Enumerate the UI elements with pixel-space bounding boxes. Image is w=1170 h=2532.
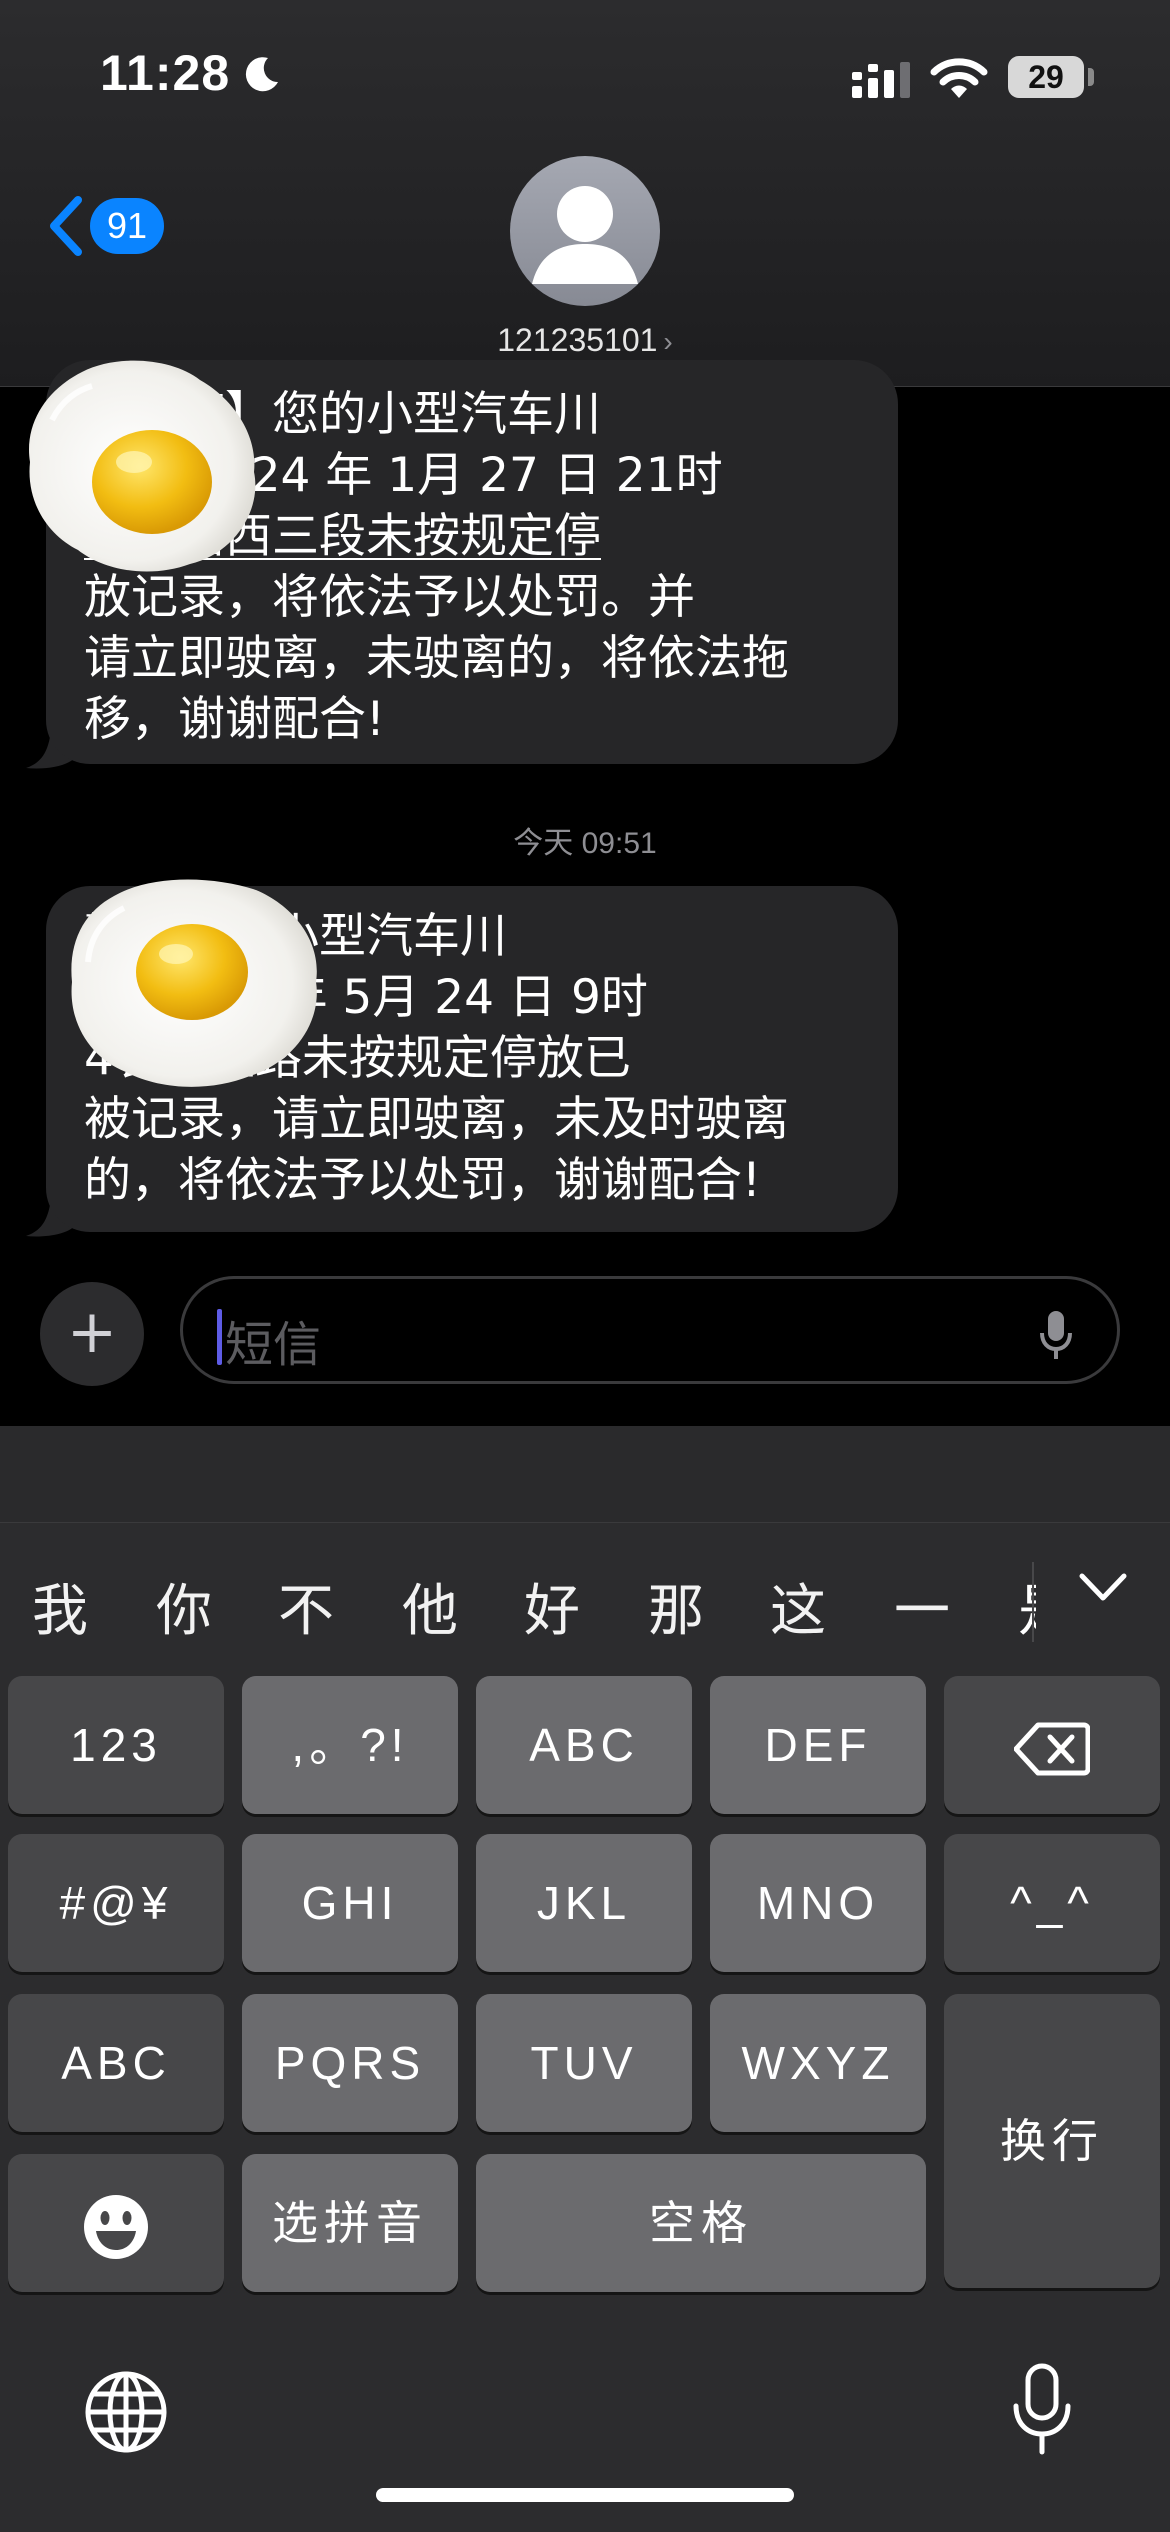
key-wxyz[interactable]: WXYZ <box>710 1994 926 2132</box>
globe-icon[interactable] <box>84 2370 168 2454</box>
key-jkl[interactable]: JKL <box>476 1834 692 1972</box>
keyboard-toolbar <box>0 1426 1170 1523</box>
text-caret <box>217 1309 222 1365</box>
contact-number: 121235101 <box>497 322 658 358</box>
cellular-signal-icon <box>852 62 910 98</box>
candidate-bar: 我 你 不 他 好 那 这 一 是 <box>0 1522 1170 1672</box>
emoji-icon <box>84 2194 148 2259</box>
candidate-word[interactable]: 我 <box>32 1566 88 1647</box>
key-emoticon[interactable]: ^_^ <box>944 1834 1160 1972</box>
chevron-down-icon[interactable] <box>1078 1572 1128 1602</box>
backspace-icon <box>1013 1722 1091 1776</box>
message-line: 请立即驶离，未驶离的，将依法拖 <box>84 631 789 686</box>
dictation-mic-icon[interactable] <box>1039 1309 1073 1361</box>
key-tuv[interactable]: TUV <box>476 1994 692 2132</box>
wifi-icon <box>930 58 988 98</box>
person-icon <box>532 186 638 284</box>
space-key[interactable]: 空格 <box>476 2154 926 2292</box>
status-time: 11:28 <box>100 45 231 101</box>
key-abc[interactable]: ABC <box>476 1676 692 1814</box>
status-bar: 11:28 29 <box>0 0 1170 150</box>
key-select-pinyin[interactable]: 选拼音 <box>242 2154 458 2292</box>
candidate-word[interactable]: 那 <box>648 1566 704 1647</box>
key-def[interactable]: DEF <box>710 1676 926 1814</box>
key-ghi[interactable]: GHI <box>242 1834 458 1972</box>
compose-bar: + 短信 <box>0 1260 1170 1426</box>
candidate-word[interactable]: 他 <box>402 1566 458 1647</box>
key-pqrs[interactable]: PQRS <box>242 1994 458 2132</box>
fried-egg-sticker <box>71 879 317 1087</box>
contact-avatar[interactable] <box>510 156 660 306</box>
candidate-word[interactable]: 好 <box>524 1566 580 1647</box>
moon-icon <box>245 57 278 92</box>
message-timestamp: 今天 09:51 <box>513 827 657 860</box>
conversation-header: 11:28 29 91 121235101 › <box>0 0 1170 387</box>
candidate-word[interactable]: 不 <box>278 1566 334 1647</box>
delete-key[interactable] <box>944 1676 1160 1814</box>
back-button[interactable]: 91 <box>46 186 176 266</box>
message-input[interactable]: 短信 <box>180 1276 1120 1384</box>
emoji-key[interactable] <box>8 2154 224 2292</box>
microphone-icon[interactable] <box>1010 2362 1074 2458</box>
key-123[interactable]: 123 <box>8 1676 224 1814</box>
key-abc-switch[interactable]: ABC <box>8 1994 224 2132</box>
keyboard: 我 你 不 他 好 那 这 一 是 <box>0 1426 1170 2532</box>
key-mno[interactable]: MNO <box>710 1834 926 1972</box>
battery-indicator: 29 <box>1008 56 1084 98</box>
unread-count-badge: 91 <box>90 198 164 254</box>
candidate-word[interactable]: 一 <box>894 1566 950 1647</box>
fried-egg-sticker <box>29 360 256 572</box>
add-attachment-button[interactable]: + <box>40 1282 144 1386</box>
message-line: 被记录，请立即驶离，未及时驶离 <box>84 1092 789 1147</box>
key-punctuation[interactable]: ,。?! <box>242 1676 458 1814</box>
chevron-right-icon: › <box>663 326 673 357</box>
candidate-divider <box>1032 1562 1034 1642</box>
candidate-word[interactable]: 你 <box>156 1566 212 1647</box>
input-placeholder: 短信 <box>225 1317 322 1373</box>
chevron-left-icon <box>50 196 82 256</box>
message-line: 的，将依法予以处罚，谢谢配合! <box>84 1153 761 1208</box>
home-indicator[interactable] <box>376 2488 794 2502</box>
key-symbols[interactable]: #@¥ <box>8 1834 224 1972</box>
return-key[interactable]: 换行 <box>944 1994 1160 2288</box>
message-line: 移，谢谢配合! <box>84 692 385 747</box>
battery-tip <box>1088 68 1094 86</box>
candidate-word[interactable]: 这 <box>770 1566 826 1647</box>
